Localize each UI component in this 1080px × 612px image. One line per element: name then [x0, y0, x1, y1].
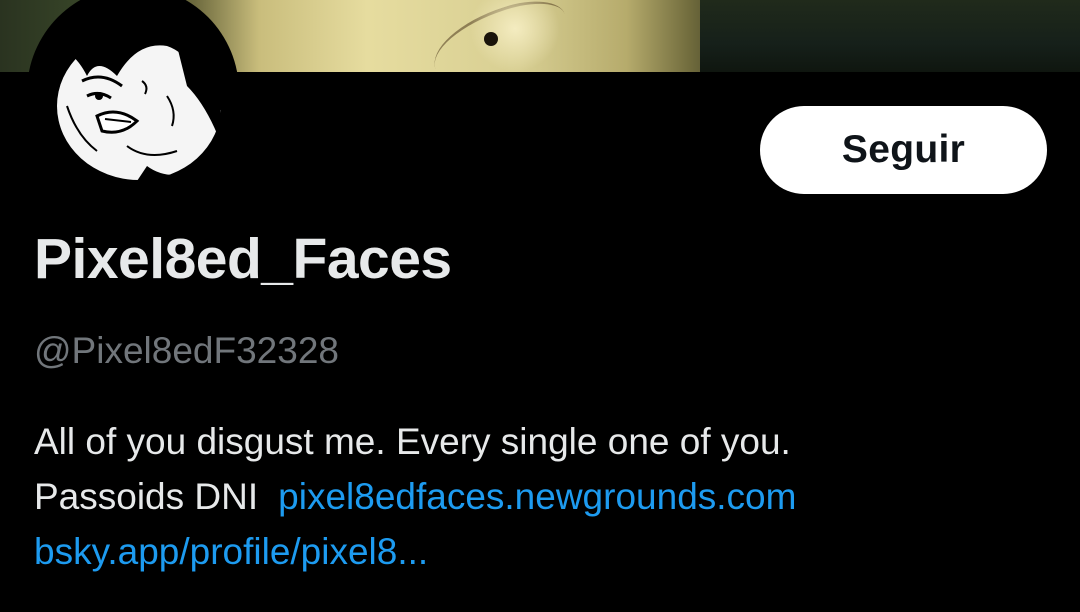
banner-detail: [484, 32, 498, 46]
profile-header: Seguir Pixel8ed_Faces @Pixel8edF32328 Al…: [0, 0, 1080, 612]
bio-link-newgrounds[interactable]: pixel8edfaces.newgrounds.com: [278, 476, 796, 517]
bio-text: Passoids DNI: [34, 476, 259, 517]
avatar-image: [47, 2, 229, 190]
bio-link-bluesky[interactable]: bsky.app/profile/pixel8...: [34, 531, 428, 572]
profile-bio: All of you disgust me. Every single one …: [34, 414, 1034, 579]
bio-line-2: Passoids DNI pixel8edfaces.newgrounds.com: [34, 469, 1034, 524]
bio-line-3: bsky.app/profile/pixel8...: [34, 524, 1034, 579]
user-handle: @Pixel8edF32328: [34, 330, 339, 371]
avatar[interactable]: [27, 0, 239, 198]
banner-detail: [700, 0, 1080, 72]
bio-line-1: All of you disgust me. Every single one …: [34, 421, 791, 462]
display-name: Pixel8ed_Faces: [34, 227, 452, 291]
follow-button[interactable]: Seguir: [760, 106, 1047, 194]
